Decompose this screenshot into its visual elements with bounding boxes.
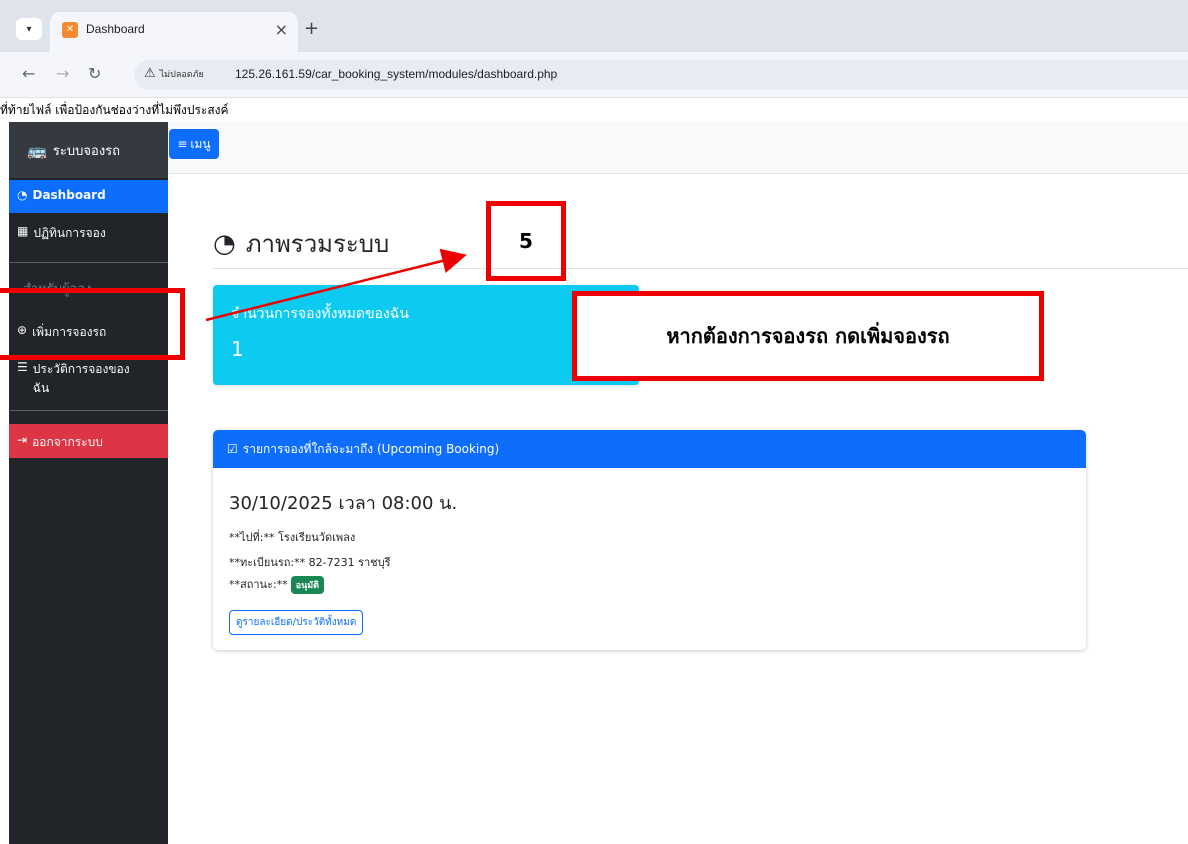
clipboard-check-icon: ☑ (227, 442, 238, 456)
booking-datetime: 30/10/2025 เวลา 08:00 น. (229, 493, 458, 514)
url-text: 125.26.161.59/car_booking_system/modules… (235, 67, 558, 81)
highlight-box (0, 288, 185, 360)
php-notice-text: ที่ท้ายไฟล์ เพื่อป้องกันช่องว่างที่ไม่พึ… (0, 103, 229, 117)
tab-close-icon[interactable]: × (275, 20, 288, 39)
new-tab-button[interactable]: + (304, 18, 319, 39)
tab-search-chevron-icon[interactable]: ▾ (16, 18, 42, 40)
sidebar-item-label: ออกจากระบบ (32, 435, 103, 449)
sidebar-divider (9, 410, 168, 411)
page-title-text: ภาพรวมระบบ (245, 230, 390, 258)
favicon-icon: ✕ (62, 22, 78, 38)
sidebar: 🚌 ระบบจองรถ ◔ Dashboard ▦ ปฏิทินการจอง ส… (9, 122, 168, 844)
sidebar-item-label: ประวัติการจองของฉัน (32, 362, 130, 395)
page-title: ◔ ภาพรวมระบบ (213, 224, 389, 263)
sidebar-divider (9, 262, 168, 263)
sidebar-item-logout[interactable]: ⇥ ออกจากระบบ (9, 424, 168, 458)
booking-plate: **ทะเบียนรถ:** 82-7231 ราชบุรี (229, 556, 391, 569)
bus-icon: 🚌 (27, 140, 47, 160)
card-header-title: รายการจองที่ใกล้จะมาถึง (Upcoming Bookin… (242, 441, 500, 456)
stat-label: จำนวนการจองทั้งหมดของฉัน (231, 306, 409, 322)
menu-label: เมนู (190, 136, 211, 151)
warning-icon: ⚠ (144, 66, 156, 81)
sidebar-item-my-history[interactable]: ☰ ประวัติการจองของฉัน (9, 360, 149, 404)
security-warning-label: ไม่ปลอดภัย (159, 69, 204, 80)
upcoming-booking-card: ☑ รายการจองที่ใกล้จะมาถึง (Upcoming Book… (213, 430, 1086, 650)
browser-tab[interactable]: ✕ Dashboard × (50, 12, 298, 52)
reload-icon[interactable]: ↻ (88, 64, 101, 83)
hamburger-icon: ≡ (177, 137, 188, 151)
stat-value: 1 (231, 337, 244, 361)
booking-destination: **ไปที่:** โรงเรียนวัดเพลง (229, 531, 356, 544)
list-icon: ☰ (17, 360, 28, 374)
forward-icon[interactable]: → (56, 64, 69, 83)
menu-toggle-button[interactable]: ≡ เมนู (169, 129, 219, 159)
logout-icon: ⇥ (17, 433, 28, 447)
browser-address-bar: ← → ↻ ⚠ ไม่ปลอดภัย 125.26.161.59/car_boo… (0, 52, 1188, 98)
sidebar-item-label: ปฏิทินการจอง (33, 226, 106, 240)
sidebar-brand[interactable]: 🚌 ระบบจองรถ (9, 122, 168, 178)
top-navbar: ≡ เมนู (168, 122, 1188, 174)
sidebar-item-dashboard[interactable]: ◔ Dashboard (9, 180, 168, 213)
sidebar-item-label: Dashboard (32, 188, 106, 202)
view-details-button[interactable]: ดูรายละเอียด/ประวัติทั้งหมด (229, 610, 364, 635)
card-header: ☑ รายการจองที่ใกล้จะมาถึง (Upcoming Book… (213, 430, 1086, 468)
speedometer-icon: ◔ (213, 228, 236, 259)
back-icon[interactable]: ← (22, 64, 35, 83)
booking-status: **สถานะ:** อนุมัติ (229, 575, 325, 594)
brand-label: ระบบจองรถ (52, 143, 121, 159)
security-warning[interactable]: ⚠ ไม่ปลอดภัย (144, 66, 204, 81)
browser-tab-bar: ▾ ✕ Dashboard × + (0, 0, 1188, 52)
status-label: **สถานะ:** (229, 578, 288, 591)
tab-title: Dashboard (86, 22, 145, 36)
status-badge: อนุมัติ (290, 576, 325, 594)
instruction-callout: หากต้องการจองรถ กดเพิ่มจองรถ (572, 291, 1044, 381)
title-divider (213, 268, 1188, 269)
speedometer-icon: ◔ (17, 188, 28, 202)
url-field[interactable]: ⚠ ไม่ปลอดภัย 125.26.161.59/car_booking_s… (134, 60, 1188, 90)
step-number-box: 5 (486, 201, 566, 281)
screen: ▾ ✕ Dashboard × + ← → ↻ ⚠ ไม่ปลอดภัย 125… (0, 0, 1188, 844)
calendar-icon: ▦ (17, 224, 29, 238)
sidebar-item-calendar[interactable]: ▦ ปฏิทินการจอง (9, 215, 168, 249)
